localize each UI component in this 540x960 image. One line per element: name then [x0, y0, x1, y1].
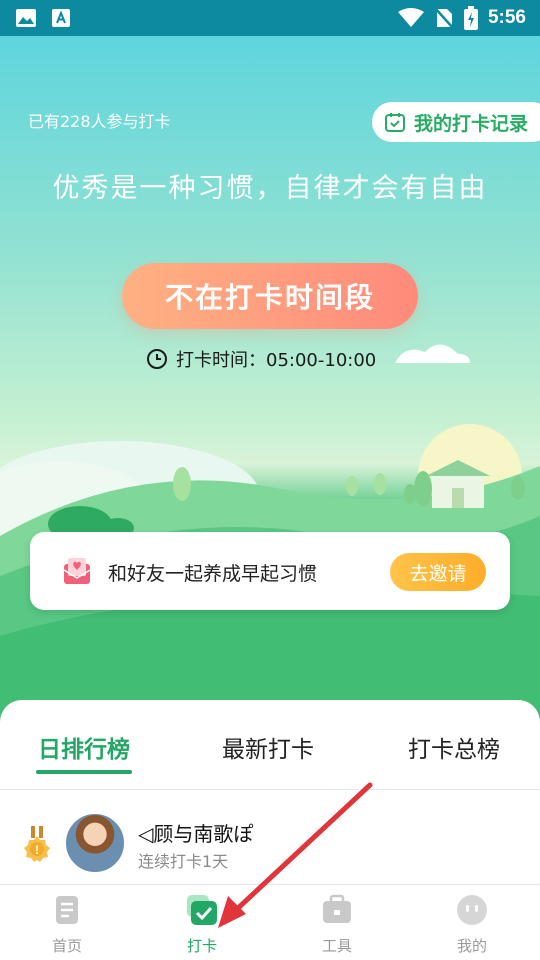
- no-sim-icon: [434, 7, 454, 29]
- my-checkin-record-label: 我的打卡记录: [414, 112, 529, 135]
- status-bar: 5:56: [0, 0, 540, 36]
- tabbar-item-tools[interactable]: 工具: [287, 893, 387, 956]
- image-notification-icon: [16, 9, 36, 27]
- status-time: 5:56: [487, 7, 526, 28]
- battery-icon: [463, 6, 478, 30]
- tab-total-ranking[interactable]: 打卡总榜: [408, 730, 500, 764]
- tabbar-label-checkin: 打卡: [186, 937, 217, 955]
- hero-banner: 已有228人参与打卡 我的打卡记录 优秀是一种习惯，自律才会有自由 不在打卡时间…: [0, 36, 540, 726]
- font-notification-icon: [52, 9, 70, 27]
- slogan: 优秀是一种习惯，自律才会有自由: [52, 173, 488, 204]
- active-tab-indicator: [36, 770, 132, 774]
- checkin-button[interactable]: 不在打卡时间段: [122, 263, 418, 329]
- bottom-tab-bar: 首页 打卡 工具 我的: [0, 884, 540, 960]
- avatar: [64, 812, 126, 874]
- invite-button[interactable]: 去邀请: [390, 553, 486, 591]
- svg-text:!: !: [35, 843, 39, 857]
- leaderboard-tabs: 日排行榜 最新打卡 打卡总榜: [0, 730, 540, 776]
- calendar-check-icon: [385, 113, 405, 132]
- checkin-icon: [187, 895, 217, 925]
- profile-icon: [457, 895, 487, 925]
- tab-latest-checkin[interactable]: 最新打卡: [222, 730, 314, 764]
- invite-text: 和好友一起养成早起习惯: [108, 563, 318, 585]
- tabbar-label-me: 我的: [456, 937, 487, 955]
- tabbar-item-home[interactable]: 首页: [17, 893, 117, 956]
- invite-card: 和好友一起养成早起习惯 去邀请: [30, 532, 510, 610]
- home-doc-icon: [56, 896, 78, 924]
- divider: [0, 789, 540, 790]
- clock-icon: [147, 349, 167, 369]
- tabbar-item-checkin[interactable]: 打卡: [152, 893, 252, 956]
- table-row[interactable]: ! ◁顾与南歌ぽ 连续打卡1天: [0, 812, 540, 878]
- checkin-time-row: 打卡时间：05:00-10:00: [146, 346, 376, 372]
- tab-daily-ranking[interactable]: 日排行榜: [38, 730, 130, 764]
- gold-medal-icon: !: [24, 826, 50, 862]
- tabbar-label-home: 首页: [51, 937, 82, 955]
- user-name: ◁顾与南歌ぽ: [138, 822, 254, 846]
- checkin-time-text: 打卡时间：05:00-10:00: [176, 350, 377, 371]
- user-streak: 连续打卡1天: [138, 852, 229, 871]
- participants-count: 已有228人参与打卡: [28, 112, 171, 131]
- wifi-icon: [397, 8, 424, 27]
- toolbox-icon: [323, 894, 351, 923]
- tabbar-label-tools: 工具: [321, 937, 352, 955]
- tabbar-item-me[interactable]: 我的: [422, 893, 522, 956]
- my-checkin-record-button[interactable]: 我的打卡记录: [372, 102, 540, 142]
- invite-letter-icon: [63, 558, 91, 584]
